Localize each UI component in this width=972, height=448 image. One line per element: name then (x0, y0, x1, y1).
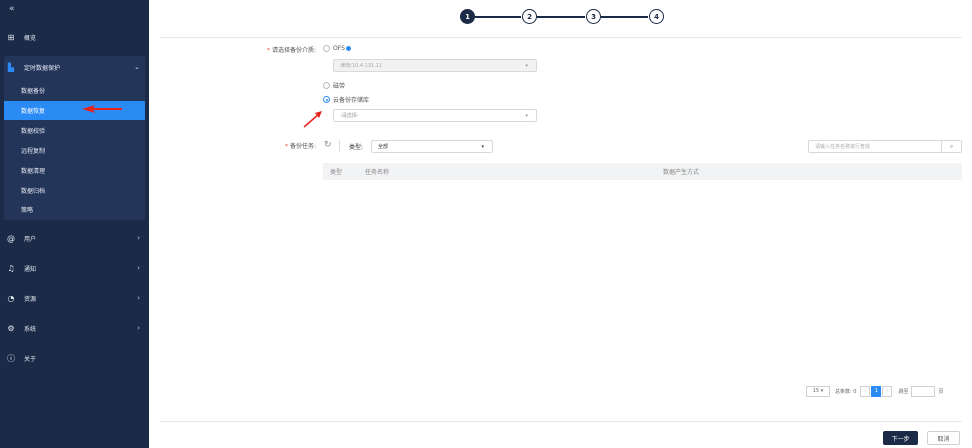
radio-ofs[interactable]: OFS (323, 45, 351, 52)
search-icon[interactable]: ⌕ (941, 141, 961, 152)
step-1: 1 (460, 9, 475, 24)
next-button[interactable]: 下一步 (883, 431, 918, 445)
step-connector (537, 16, 585, 18)
next-page-icon[interactable]: › (882, 385, 893, 397)
col-task-name: 任务名称 (365, 169, 390, 176)
page-size-select[interactable]: 15 ▾ (806, 385, 830, 397)
pagination: 15 ▾ 总条数: 0 ‹ 1 › 跳至 页 (806, 385, 944, 397)
at-icon: @ (7, 233, 15, 243)
nav-users[interactable]: @ 用户 › (0, 228, 149, 248)
total-count: 总条数: 0 (835, 388, 857, 395)
radio-tape[interactable]: 磁带 (323, 81, 345, 90)
task-label: * 备份任务: (284, 143, 316, 150)
nav-system[interactable]: ⚙ 系统 › (0, 318, 149, 338)
ofs-select[interactable]: 津南(10.4.131.11 ▾ (333, 59, 537, 72)
annotation-arrow-icon (303, 111, 322, 128)
chevron-right-icon: › (137, 264, 140, 272)
annotation-arrow-icon (82, 105, 122, 113)
page-number[interactable]: 1 (871, 385, 882, 397)
caret-down-icon: ▾ (525, 62, 528, 69)
sidebar-item-replication[interactable]: 远程复制 (4, 141, 145, 160)
cancel-button[interactable]: 取消 (927, 431, 960, 445)
step-connector (601, 16, 648, 18)
radio-button[interactable] (323, 82, 330, 89)
nav-about[interactable]: ⓘ 关于 (0, 348, 149, 368)
nav-resources[interactable]: ◔ 资源 › (0, 288, 149, 308)
caret-down-icon: ▾ (481, 143, 484, 150)
sidebar-item-verify[interactable]: 数据校验 (4, 121, 145, 140)
status-dot-icon (345, 46, 351, 51)
goto-label: 跳至 (898, 388, 909, 395)
radio-button[interactable] (323, 96, 330, 103)
media-label: * 请选择备份介质: (266, 47, 316, 54)
type-label: 类型: (349, 144, 364, 151)
nav-overview-label: 概览 (24, 34, 37, 42)
bell-icon: ♫ (7, 263, 15, 273)
grid-icon: ⊞ (7, 32, 15, 42)
step-3: 3 (586, 9, 601, 24)
col-type: 类型 (330, 169, 343, 176)
nav-group-scheduled-protection[interactable]: ▙ 定时数据保护 ⌄ (0, 57, 149, 77)
radio-button[interactable] (323, 45, 330, 52)
col-data-source: 数据产生方式 (663, 169, 700, 176)
task-table-header: 类型 任务名称 数据产生方式 (323, 163, 962, 180)
sidebar: « ⊞ 概览 ▙ 定时数据保护 ⌄ 数据备份 数据恢复 数据校验 远程复制 数据… (0, 0, 149, 448)
sidebar-item-policy[interactable]: 策略 (4, 200, 145, 219)
info-icon: ⓘ (7, 353, 15, 363)
divider (160, 37, 962, 38)
task-search[interactable]: 请输入任务名称进行查找 ⌕ (808, 140, 962, 153)
radio-cloud[interactable]: 云备份存储库 (323, 95, 369, 104)
refresh-icon[interactable]: ↻ (324, 140, 332, 150)
chevron-right-icon: › (137, 234, 140, 242)
chevron-right-icon: › (137, 324, 140, 332)
nav-overview[interactable]: ⊞ 概览 (0, 27, 149, 47)
collapse-icon[interactable]: « (9, 4, 15, 14)
shield-icon: ▙ (7, 62, 15, 72)
type-select[interactable]: 全部 ▾ (371, 140, 493, 153)
pie-icon: ◔ (7, 293, 15, 303)
sidebar-item-archive[interactable]: 数据归档 (4, 181, 145, 200)
sidebar-item-cleanup[interactable]: 数据清理 (4, 161, 145, 180)
step-connector (475, 16, 521, 18)
prev-page-icon[interactable]: ‹ (860, 385, 871, 397)
chevron-right-icon: › (137, 294, 140, 302)
goto-page-input[interactable] (911, 385, 936, 397)
cloud-repo-select[interactable]: -请选择- ▾ (333, 109, 537, 122)
divider (339, 140, 340, 152)
search-input[interactable]: 请输入任务名称进行查找 (815, 143, 870, 150)
caret-down-icon: ▾ (525, 112, 528, 119)
gear-icon: ⚙ (7, 323, 15, 333)
sidebar-item-backup[interactable]: 数据备份 (4, 81, 145, 100)
step-2: 2 (522, 9, 537, 24)
chevron-down-icon: ⌄ (134, 63, 140, 71)
divider (160, 421, 962, 422)
step-4: 4 (649, 9, 664, 24)
page-unit-label: 页 (938, 388, 944, 395)
nav-group-label: 定时数据保护 (24, 64, 61, 72)
nav-notify[interactable]: ♫ 通知 › (0, 258, 149, 278)
